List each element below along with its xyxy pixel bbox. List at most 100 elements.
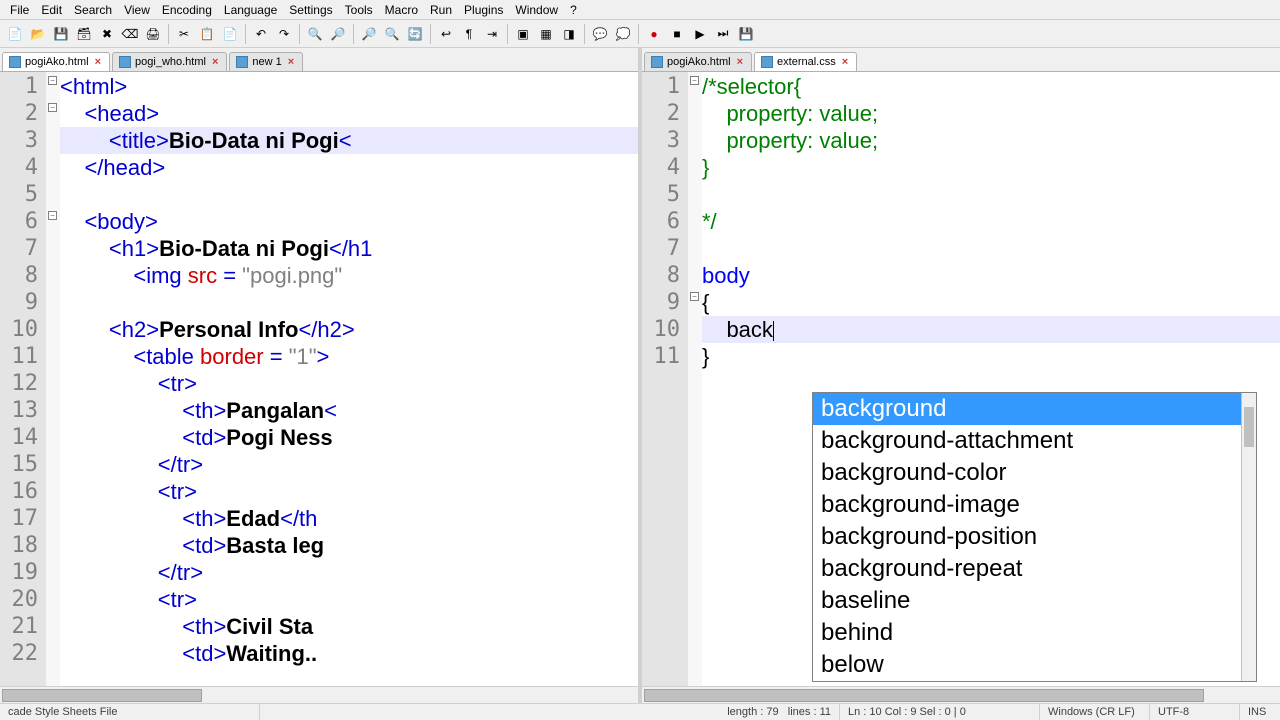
left-tab-bar: pogiAko.html× pogi_who.html× new 1× (0, 48, 638, 72)
find-icon[interactable]: 🔍 (304, 23, 326, 45)
tab-pogiako-html[interactable]: pogiAko.html× (2, 52, 110, 71)
right-editor[interactable]: 1 2 3 4 5 6 7 8 9 10 11 − − /*selector{ … (642, 72, 1280, 686)
menu-file[interactable]: File (4, 1, 35, 19)
file-icon (119, 56, 131, 68)
fold-box[interactable]: − (690, 76, 699, 85)
tab-pogiwho-html[interactable]: pogi_who.html× (112, 52, 227, 71)
playall-icon[interactable]: ⏭ (712, 23, 734, 45)
ac-item-background-color[interactable]: background-color (813, 457, 1256, 489)
tab-pogiako-html-right[interactable]: pogiAko.html× (644, 52, 752, 71)
saveall-icon[interactable]: 🗃 (73, 23, 95, 45)
redo-icon[interactable]: ↷ (273, 23, 295, 45)
open-icon[interactable]: 📂 (27, 23, 49, 45)
toolbar: 📄 📂 💾 🗃 ✖ ⌫ 🖨 ✂ 📋 📄 ↶ ↷ 🔍 🔎 🔎 🔍 🔄 ↩ ¶ ⇥ … (0, 20, 1280, 48)
close-icon[interactable]: × (93, 56, 103, 68)
sync-icon[interactable]: 🔄 (404, 23, 426, 45)
uncomment-icon[interactable]: 💭 (612, 23, 634, 45)
close-icon[interactable]: × (210, 56, 220, 68)
allchars-icon[interactable]: ¶ (458, 23, 480, 45)
line-numbers: 1 2 3 4 5 6 7 8 9 10 11 12 13 14 15 16 1… (0, 72, 46, 686)
menu-tools[interactable]: Tools (339, 1, 379, 19)
separator (430, 24, 431, 44)
close-icon[interactable]: × (735, 56, 745, 68)
scroll-thumb[interactable] (1244, 407, 1254, 447)
record-icon[interactable]: ● (643, 23, 665, 45)
zoomout-icon[interactable]: 🔍 (381, 23, 403, 45)
ac-item-background-position[interactable]: background-position (813, 521, 1256, 553)
menubar: File Edit Search View Encoding Language … (0, 0, 1280, 20)
left-pane: pogiAko.html× pogi_who.html× new 1× 1 2 … (0, 48, 642, 703)
separator (353, 24, 354, 44)
ac-item-background-image[interactable]: background-image (813, 489, 1256, 521)
h-scrollbar[interactable] (0, 686, 638, 703)
menu-search[interactable]: Search (68, 1, 118, 19)
status-filetype: cade Style Sheets File (0, 704, 260, 720)
ac-item-background-repeat[interactable]: background-repeat (813, 553, 1256, 585)
menu-edit[interactable]: Edit (35, 1, 68, 19)
menu-settings[interactable]: Settings (283, 1, 338, 19)
hidelines-icon[interactable]: ◨ (558, 23, 580, 45)
ac-item-background[interactable]: background (813, 393, 1256, 425)
autocomplete-popup[interactable]: background background-attachment backgro… (812, 392, 1257, 682)
indent-icon[interactable]: ⇥ (481, 23, 503, 45)
menu-encoding[interactable]: Encoding (156, 1, 218, 19)
right-pane: pogiAko.html× external.css× 1 2 3 4 5 6 … (642, 48, 1280, 703)
menu-view[interactable]: View (118, 1, 156, 19)
ac-item-behind[interactable]: behind (813, 617, 1256, 649)
wordwrap-icon[interactable]: ↩ (435, 23, 457, 45)
menu-run[interactable]: Run (424, 1, 458, 19)
separator (584, 24, 585, 44)
unfoldall-icon[interactable]: ▦ (535, 23, 557, 45)
paste-icon[interactable]: 📄 (219, 23, 241, 45)
zoomin-icon[interactable]: 🔎 (358, 23, 380, 45)
status-eol: Windows (CR LF) (1040, 704, 1150, 720)
separator (507, 24, 508, 44)
closeall-icon[interactable]: ⌫ (119, 23, 141, 45)
fold-box[interactable]: − (690, 292, 699, 301)
scroll-thumb[interactable] (2, 689, 202, 702)
fold-column[interactable]: − − − (46, 72, 60, 686)
tab-new1[interactable]: new 1× (229, 52, 303, 71)
status-length: length : 79 lines : 11 (719, 704, 840, 720)
menu-window[interactable]: Window (509, 1, 564, 19)
left-editor[interactable]: 1 2 3 4 5 6 7 8 9 10 11 12 13 14 15 16 1… (0, 72, 638, 686)
fold-box[interactable]: − (48, 76, 57, 85)
play-icon[interactable]: ▶ (689, 23, 711, 45)
ac-item-baseline[interactable]: baseline (813, 585, 1256, 617)
h-scrollbar[interactable] (642, 686, 1280, 703)
right-tab-bar: pogiAko.html× external.css× (642, 48, 1280, 72)
new-icon[interactable]: 📄 (4, 23, 26, 45)
close-icon[interactable]: ✖ (96, 23, 118, 45)
menu-macro[interactable]: Macro (379, 1, 424, 19)
close-icon[interactable]: × (286, 56, 296, 68)
menu-language[interactable]: Language (218, 1, 283, 19)
fold-box[interactable]: − (48, 211, 57, 220)
save-icon[interactable]: 💾 (50, 23, 72, 45)
close-icon[interactable]: × (840, 56, 850, 68)
replace-icon[interactable]: 🔎 (327, 23, 349, 45)
savemacro-icon[interactable]: 💾 (735, 23, 757, 45)
foldall-icon[interactable]: ▣ (512, 23, 534, 45)
ac-item-background-attachment[interactable]: background-attachment (813, 425, 1256, 457)
menu-help[interactable]: ? (564, 1, 583, 19)
undo-icon[interactable]: ↶ (250, 23, 272, 45)
fold-box[interactable]: − (48, 103, 57, 112)
separator (245, 24, 246, 44)
fold-column[interactable]: − − (688, 72, 702, 686)
status-insert: INS (1240, 704, 1280, 720)
status-position: Ln : 10 Col : 9 Sel : 0 | 0 (840, 704, 1040, 720)
comment-icon[interactable]: 💬 (589, 23, 611, 45)
tab-external-css[interactable]: external.css× (754, 52, 857, 71)
separator (168, 24, 169, 44)
file-icon (236, 56, 248, 68)
stop-icon[interactable]: ■ (666, 23, 688, 45)
ac-item-below[interactable]: below (813, 649, 1256, 681)
ac-scrollbar[interactable] (1241, 393, 1256, 681)
separator (299, 24, 300, 44)
copy-icon[interactable]: 📋 (196, 23, 218, 45)
menu-plugins[interactable]: Plugins (458, 1, 509, 19)
cut-icon[interactable]: ✂ (173, 23, 195, 45)
scroll-thumb[interactable] (644, 689, 1204, 702)
print-icon[interactable]: 🖨 (142, 23, 164, 45)
left-code[interactable]: <html> <head> <title>Bio-Data ni Pogi< <… (60, 72, 638, 686)
